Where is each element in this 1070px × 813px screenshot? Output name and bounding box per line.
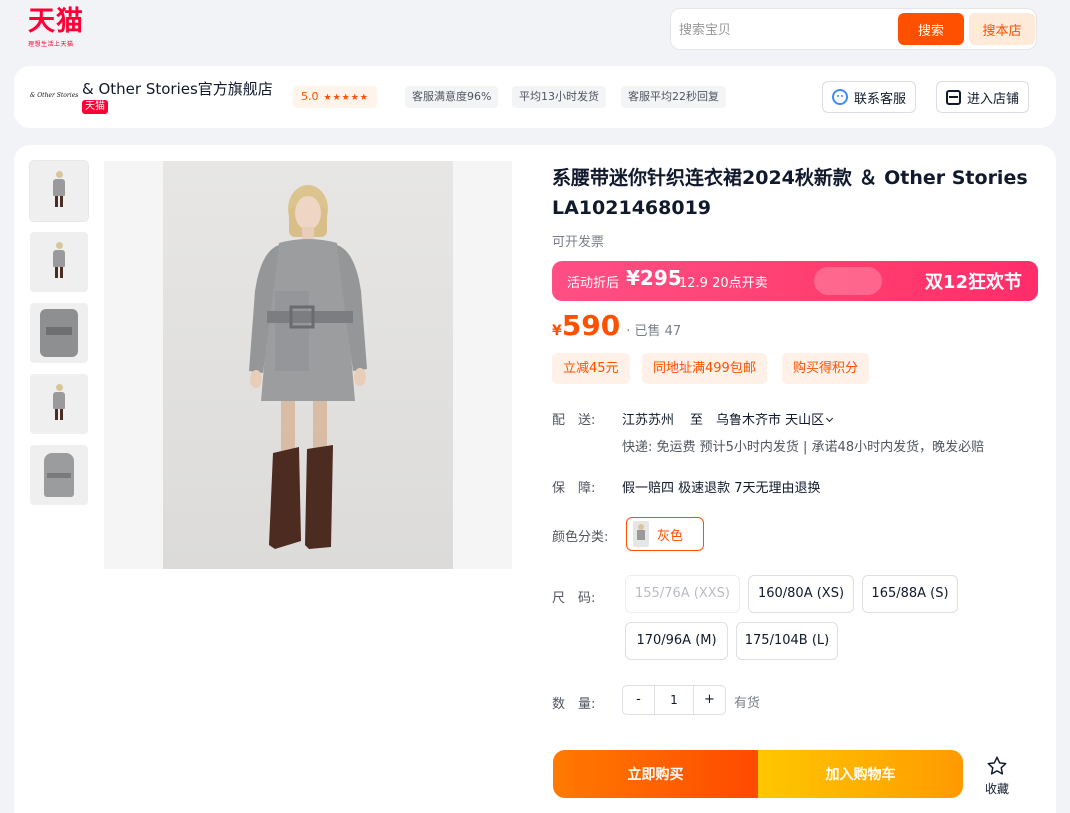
store-rating: 5.0 ★★★★★ bbox=[293, 86, 377, 108]
delivery-destination: 乌鲁木齐市 天山区 bbox=[716, 413, 825, 428]
rating-value: 5.0 bbox=[301, 90, 319, 103]
favorite-label: 收藏 bbox=[984, 782, 1009, 796]
quantity-stepper: - 1 + bbox=[622, 685, 726, 715]
delivery-label: 配 送: bbox=[552, 413, 596, 428]
color-option-label: 灰色 bbox=[657, 528, 684, 544]
search-button[interactable]: 搜索 bbox=[898, 13, 964, 45]
product-title: 系腰带迷你针织连衣裙2024秋新款 ＆ Other Stories LA1021… bbox=[552, 167, 1028, 219]
main-product-image[interactable] bbox=[104, 161, 512, 569]
store-name[interactable]: & Other Stories官方旗舰店 bbox=[82, 78, 273, 99]
logo-text: 天猫 bbox=[28, 6, 84, 37]
quantity-input[interactable]: 1 bbox=[654, 686, 694, 714]
size-option-s[interactable]: 165/88A (S) bbox=[862, 575, 958, 613]
purchase-buttons: 立即购买 加入购物车 bbox=[553, 750, 963, 798]
favorite-button[interactable]: 收藏 bbox=[980, 755, 1014, 797]
invoice-note: 可开发票 bbox=[552, 235, 605, 250]
stat-shipping-time: 平均13小时发货 bbox=[512, 86, 606, 108]
coupon-points[interactable]: 购买得积分 bbox=[782, 353, 870, 384]
stat-reply-time: 客服平均22秒回复 bbox=[621, 86, 726, 108]
thumbnail-3[interactable] bbox=[30, 303, 88, 363]
tmall-badge: 天猫 bbox=[82, 100, 108, 114]
color-label: 颜色分类: bbox=[552, 530, 609, 545]
thumbnail-1[interactable] bbox=[29, 160, 89, 222]
promo-label: 活动折后 bbox=[567, 276, 620, 291]
promo-banner: 活动折后 ¥295 12.9 20点开卖 双12狂欢节 bbox=[552, 261, 1038, 301]
guarantee-label: 保 障: bbox=[552, 481, 596, 496]
size-option-m[interactable]: 170/96A (M) bbox=[625, 622, 728, 660]
price-symbol: ¥ bbox=[552, 323, 562, 339]
size-label: 尺 码: bbox=[552, 591, 596, 606]
search-input[interactable] bbox=[679, 17, 889, 43]
star-icon bbox=[987, 756, 1007, 775]
contact-service-label: 联系客服 bbox=[854, 91, 907, 107]
logo-slogan: 理想生活上天猫 bbox=[28, 41, 74, 48]
color-option-gray[interactable]: 灰色 bbox=[626, 517, 704, 551]
promo-price: ¥295 bbox=[626, 266, 682, 290]
delivery-detail: 快递: 免运费 预计5小时内发货 | 承诺48小时内发货，晚发必赔 bbox=[622, 440, 985, 455]
guarantee-text: 假一赔四 极速退款 7天无理由退换 bbox=[622, 481, 821, 496]
sold-count: · 已售 47 bbox=[626, 324, 682, 339]
chevron-down-icon bbox=[826, 414, 834, 423]
size-option-xxs[interactable]: 155/76A (XXS) bbox=[625, 575, 740, 613]
store-logo[interactable]: & Other Stories bbox=[30, 92, 78, 99]
thumbnail-2[interactable] bbox=[30, 232, 88, 292]
tmall-logo[interactable]: 天猫 理想生活上天猫 bbox=[28, 6, 98, 52]
stock-status: 有货 bbox=[734, 696, 761, 711]
size-option-xs[interactable]: 160/80A (XS) bbox=[748, 575, 854, 613]
color-thumbnail bbox=[633, 521, 649, 547]
enter-store-button[interactable]: 进入店铺 bbox=[936, 81, 1030, 113]
coupon-free-shipping[interactable]: 同地址满499包邮 bbox=[642, 353, 767, 384]
contact-service-button[interactable]: 联系客服 bbox=[822, 81, 917, 113]
promo-event: 双12狂欢节 bbox=[924, 272, 1022, 293]
product-panel: 系腰带迷你针织连衣裙2024秋新款 ＆ Other Stories LA1021… bbox=[14, 145, 1056, 813]
thumbnail-4[interactable] bbox=[30, 374, 88, 434]
delivery-from: 江苏苏州 bbox=[622, 413, 675, 428]
size-option-l[interactable]: 175/104B (L) bbox=[736, 622, 838, 660]
quantity-plus-button[interactable]: + bbox=[694, 686, 725, 714]
coupon-discount[interactable]: 立减45元 bbox=[552, 353, 630, 384]
quantity-label: 数 量: bbox=[552, 697, 596, 712]
price-row: ¥ 590 · 已售 47 bbox=[552, 309, 681, 345]
promo-time: 12.9 20点开卖 bbox=[679, 276, 768, 291]
stat-satisfaction: 客服满意度96% bbox=[405, 86, 499, 108]
add-to-cart-button[interactable]: 加入购物车 bbox=[758, 750, 963, 798]
product-photo bbox=[163, 161, 453, 569]
search-box: 搜索 搜本店 bbox=[670, 8, 1037, 50]
thumbnail-list bbox=[29, 160, 90, 516]
thumbnail-5[interactable] bbox=[30, 445, 88, 505]
rating-stars-icon: ★★★★★ bbox=[323, 93, 369, 103]
enter-store-label: 进入店铺 bbox=[967, 91, 1020, 107]
delivery-to-word: 至 bbox=[690, 413, 704, 428]
store-icon bbox=[946, 89, 961, 105]
buy-now-button[interactable]: 立即购买 bbox=[553, 750, 758, 798]
store-bar: & Other Stories & Other Stories官方旗舰店 天猫 … bbox=[14, 66, 1056, 128]
price-value: 590 bbox=[561, 309, 621, 342]
promo-decoration-icon bbox=[814, 267, 882, 295]
quantity-minus-button[interactable]: - bbox=[623, 686, 654, 714]
search-store-button[interactable]: 搜本店 bbox=[969, 13, 1035, 45]
customer-service-icon bbox=[832, 89, 848, 105]
delivery-destination-selector[interactable]: 乌鲁木齐市 天山区 bbox=[716, 409, 834, 428]
